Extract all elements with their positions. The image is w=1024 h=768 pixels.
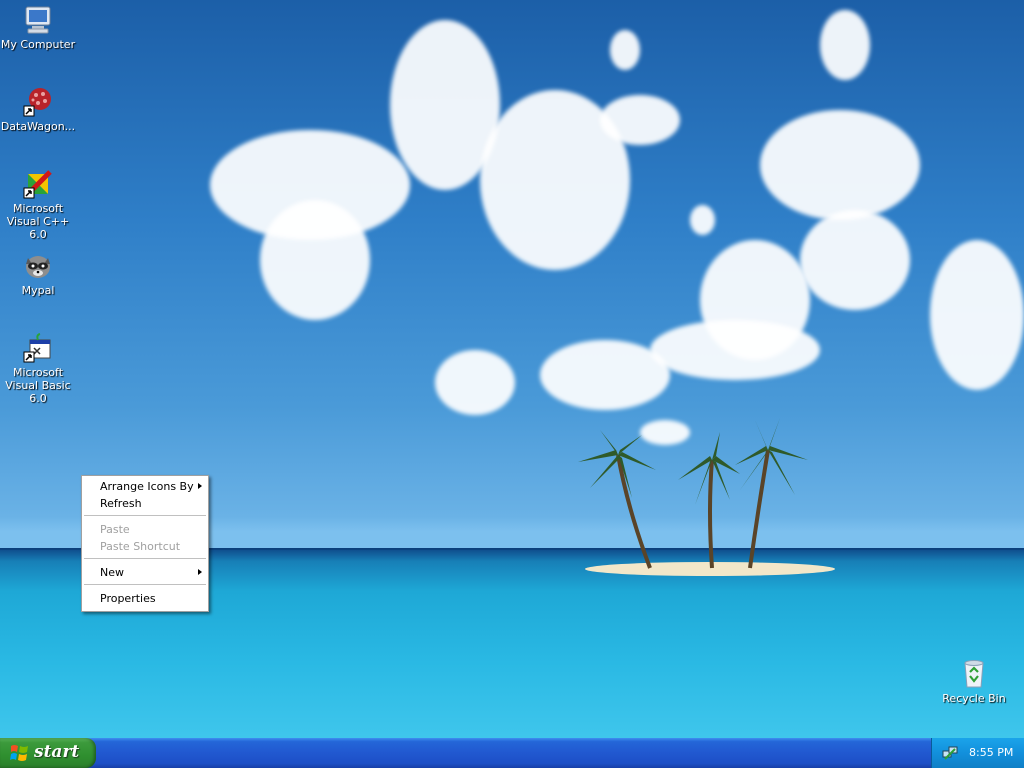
menu-item-arrange-icons-by[interactable]: Arrange Icons By	[82, 478, 208, 495]
desktop-icon-visual-cpp[interactable]: Microsoft Visual C++ 6.0	[0, 168, 76, 241]
start-label: start	[34, 742, 80, 762]
recycle-bin-icon	[964, 660, 984, 688]
desktop-context-menu: Arrange Icons By Refresh Paste Paste Sho…	[81, 475, 209, 612]
icon-label: Microsoft Visual C++ 6.0	[6, 202, 70, 241]
icon-label: Mypal	[21, 284, 55, 297]
datawagon-icon	[23, 88, 51, 117]
icon-label: DataWagon...	[0, 120, 76, 133]
desktop-icon-recycle-bin[interactable]: Recycle Bin	[936, 658, 1012, 705]
system-tray: 8:55 PM	[931, 738, 1024, 768]
menu-item-paste[interactable]: Paste	[82, 521, 208, 538]
menu-item-properties[interactable]: Properties	[82, 590, 208, 607]
menu-item-paste-shortcut[interactable]: Paste Shortcut	[82, 538, 208, 555]
menu-separator	[84, 558, 206, 559]
submenu-arrow-icon	[198, 569, 202, 575]
menu-separator	[84, 515, 206, 516]
computer-icon	[25, 6, 51, 34]
desktop-icon-mypal[interactable]: Mypal	[0, 250, 76, 297]
menu-item-new[interactable]: New	[82, 564, 208, 581]
menu-separator	[84, 584, 206, 585]
visual-cpp-icon	[23, 170, 52, 199]
desktop-icon-visual-basic[interactable]: Microsoft Visual Basic 6.0	[0, 332, 76, 405]
icon-label: My Computer	[0, 38, 76, 51]
visual-basic-icon	[23, 333, 51, 363]
network-icon[interactable]	[942, 745, 958, 761]
icon-label: Microsoft Visual Basic 6.0	[5, 366, 71, 405]
submenu-arrow-icon	[198, 483, 202, 489]
mypal-raccoon-icon	[26, 256, 50, 278]
icon-label: Recycle Bin	[942, 692, 1006, 705]
menu-item-refresh[interactable]: Refresh	[82, 495, 208, 512]
desktop[interactable]: My Computer DataWagon... Microsoft Visua…	[0, 0, 1024, 738]
start-button[interactable]: start	[0, 738, 96, 768]
taskbar: start 8:55 PM	[0, 738, 1024, 768]
palm-trees	[578, 418, 808, 569]
clock[interactable]: 8:55 PM	[969, 746, 1013, 759]
desktop-icon-my-computer[interactable]: My Computer	[0, 4, 76, 51]
windows-logo-icon	[10, 745, 28, 761]
desktop-icon-datawagon[interactable]: DataWagon...	[0, 86, 76, 133]
